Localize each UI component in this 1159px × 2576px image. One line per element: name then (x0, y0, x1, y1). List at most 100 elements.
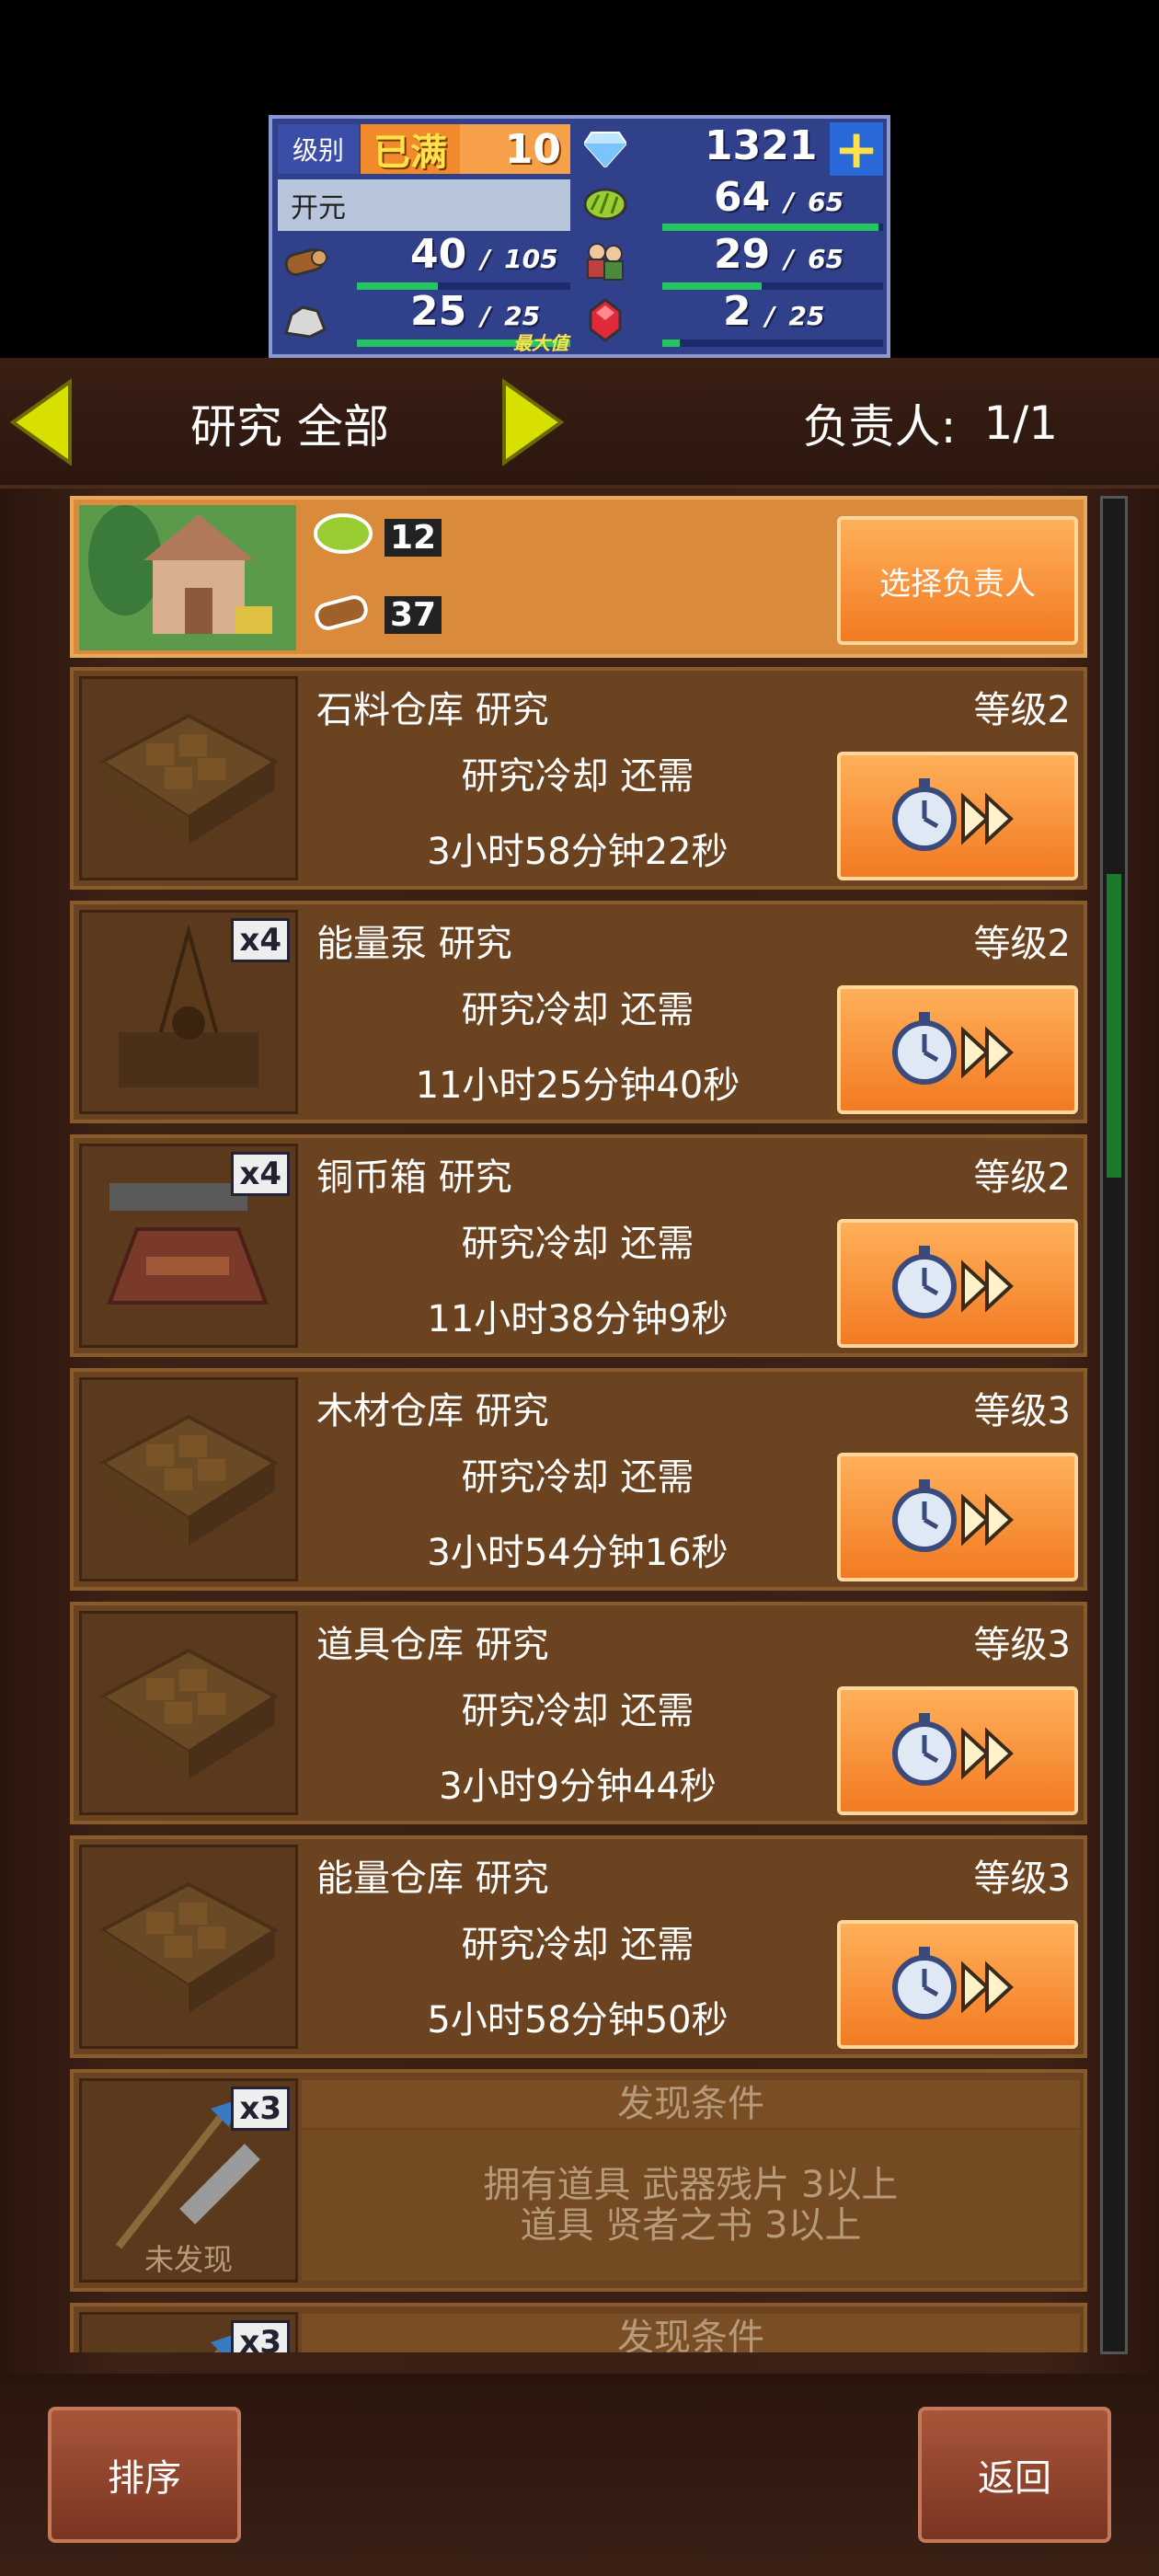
discovery-condition-title: 发现条件 (302, 2314, 1080, 2352)
undiscovered-label: 未发现 (143, 2242, 233, 2277)
cooldown-label: 研究冷却 还需 (461, 1690, 694, 1732)
research-level: 等级2 (973, 923, 1071, 965)
research-level: 等级3 (973, 1390, 1071, 1432)
discovery-condition-title: 发现条件 (302, 2080, 1080, 2128)
research-level: 等级3 (973, 1857, 1071, 1900)
stone-count: 25 (410, 288, 467, 335)
bottom-bar: 排序 返回 (0, 2374, 1159, 2576)
research-title: 能量泵 研究 (316, 923, 512, 965)
red-gem-icon (578, 295, 633, 345)
res-wood: 37 (311, 588, 442, 642)
select-owner-button[interactable]: 选择负责人 (837, 516, 1078, 645)
scroll-thumb[interactable] (1107, 874, 1121, 1178)
discovery-requirements: 拥有道具 武器残片 3以上 道具 贤者之书 3以上 (302, 2130, 1080, 2281)
stopwatch-fast-forward-icon (884, 1941, 1031, 2028)
level-status: 已满 (361, 124, 460, 174)
red-count: 2 (723, 288, 752, 335)
speed-up-button[interactable] (837, 1920, 1078, 2049)
grass-icon (311, 511, 375, 565)
wood-log-icon (278, 236, 333, 286)
speed-up-button[interactable] (837, 1686, 1078, 1815)
speed-up-button[interactable] (837, 1219, 1078, 1348)
owner-value: 1/1 (983, 397, 1058, 450)
sort-button[interactable]: 排序 (48, 2407, 241, 2543)
cooldown-time: 11小时38分钟9秒 (427, 1298, 729, 1340)
people-max: 65 (808, 244, 844, 274)
cooldown-label: 研究冷却 还需 (461, 1924, 694, 1966)
people-count: 29 (714, 231, 771, 278)
stone-icon (278, 295, 333, 345)
cooldown-time: 11小时25分钟40秒 (415, 1064, 740, 1107)
weapon-thumbnail: x3 (79, 2312, 298, 2352)
stopwatch-fast-forward-icon (884, 1006, 1031, 1093)
research-card: 能量仓库 研究 等级3 研究冷却 还需 5小时58分钟50秒 (70, 1835, 1087, 2058)
cooldown-label: 研究冷却 还需 (461, 1223, 694, 1265)
prev-category-button[interactable] (9, 378, 74, 466)
stopwatch-fast-forward-icon (884, 773, 1031, 859)
quantity-badge: x4 (231, 1152, 290, 1196)
quantity-badge: x3 (231, 2087, 290, 2131)
requirement-line: 拥有道具 武器残片 3以上 (483, 2164, 899, 2206)
next-category-button[interactable] (500, 378, 565, 466)
speed-up-button[interactable] (837, 985, 1078, 1114)
gems-count: 1321 (705, 122, 818, 169)
food-max: 65 (808, 187, 844, 217)
food-bar (662, 224, 883, 231)
stone-max: 25 (504, 301, 541, 331)
wood-count: 40 (410, 231, 467, 278)
research-level: 等级3 (973, 1624, 1071, 1666)
cooldown-time: 3小时9分钟44秒 (439, 1765, 717, 1808)
stopwatch-fast-forward-icon (884, 1240, 1031, 1327)
speed-up-button[interactable] (837, 1453, 1078, 1581)
cooldown-time: 3小时54分钟16秒 (427, 1532, 729, 1574)
building-thumbnail (79, 1611, 298, 1815)
cooldown-time: 3小时58分钟22秒 (427, 831, 729, 873)
wood-max: 105 (504, 244, 558, 274)
stopwatch-fast-forward-icon (884, 1708, 1031, 1794)
researcher-card: 12 37 选择负责人 (70, 496, 1087, 658)
owner-label: 负责人: (802, 400, 957, 454)
wood-icon (311, 588, 375, 642)
building-thumbnail (79, 1845, 298, 2049)
status-bar-area (0, 0, 1159, 115)
owner-count: 负责人: 1/1 (803, 358, 1058, 489)
research-level: 等级2 (973, 689, 1071, 731)
res-grass: 12 (311, 511, 442, 565)
cooldown-label: 研究冷却 还需 (461, 989, 694, 1031)
player-name: 开元 (278, 179, 570, 231)
research-title: 能量仓库 研究 (316, 1857, 549, 1900)
cooldown-label: 研究冷却 还需 (461, 1456, 694, 1499)
locked-research-card: x3 未发现 发现条件 拥有道具 武器残片 3以上 道具 贤者之书 3以上 (70, 2069, 1087, 2292)
cooldown-label: 研究冷却 还需 (461, 755, 694, 798)
house-thumbnail (79, 505, 296, 650)
building-thumbnail (79, 676, 298, 880)
cooldown-time: 5小时58分钟50秒 (427, 1999, 729, 2041)
speed-up-button[interactable] (837, 752, 1078, 880)
resource-panel: 级别 已满 10 1321 + 开元 64 / 65 40 / 105 29 /… (269, 115, 890, 358)
research-title: 铜币箱 研究 (316, 1156, 512, 1199)
research-card: x4 铜币箱 研究 等级2 研究冷却 还需 11小时38分钟9秒 (70, 1134, 1087, 1357)
research-card: 道具仓库 研究 等级3 研究冷却 还需 3小时9分钟44秒 (70, 1602, 1087, 1824)
research-list[interactable]: 12 37 选择负责人 石料仓库 研究 等级2 研究冷却 还需 3小时58分钟22秒 x… (70, 496, 1087, 2352)
requirement-line: 道具 贤者之书 3以上 (520, 2204, 862, 2247)
locked-research-card: x3 发现条件 (70, 2303, 1087, 2352)
grass-food-icon (578, 179, 633, 229)
add-gems-button[interactable]: + (830, 122, 883, 176)
stopwatch-fast-forward-icon (884, 1474, 1031, 1560)
stone-max-tag: 最大值 (513, 332, 568, 354)
level-label: 级别 (278, 124, 359, 174)
building-thumbnail (79, 1377, 298, 1581)
building-thumbnail: x4 (79, 1144, 298, 1348)
back-button[interactable]: 返回 (918, 2407, 1111, 2543)
food-count: 64 (714, 174, 771, 221)
quantity-badge: x3 (231, 2320, 290, 2352)
research-card: 石料仓库 研究 等级2 研究冷却 还需 3小时58分钟22秒 (70, 667, 1087, 890)
level-value: 10 (460, 124, 570, 174)
research-title: 石料仓库 研究 (316, 689, 549, 731)
research-card: x4 能量泵 研究 等级2 研究冷却 还需 11小时25分钟40秒 (70, 901, 1087, 1123)
research-title: 道具仓库 研究 (316, 1624, 549, 1666)
red-max: 25 (788, 301, 825, 331)
diamond-icon (578, 124, 633, 174)
building-thumbnail: x4 (79, 910, 298, 1114)
list-scrollbar[interactable] (1100, 496, 1128, 2354)
